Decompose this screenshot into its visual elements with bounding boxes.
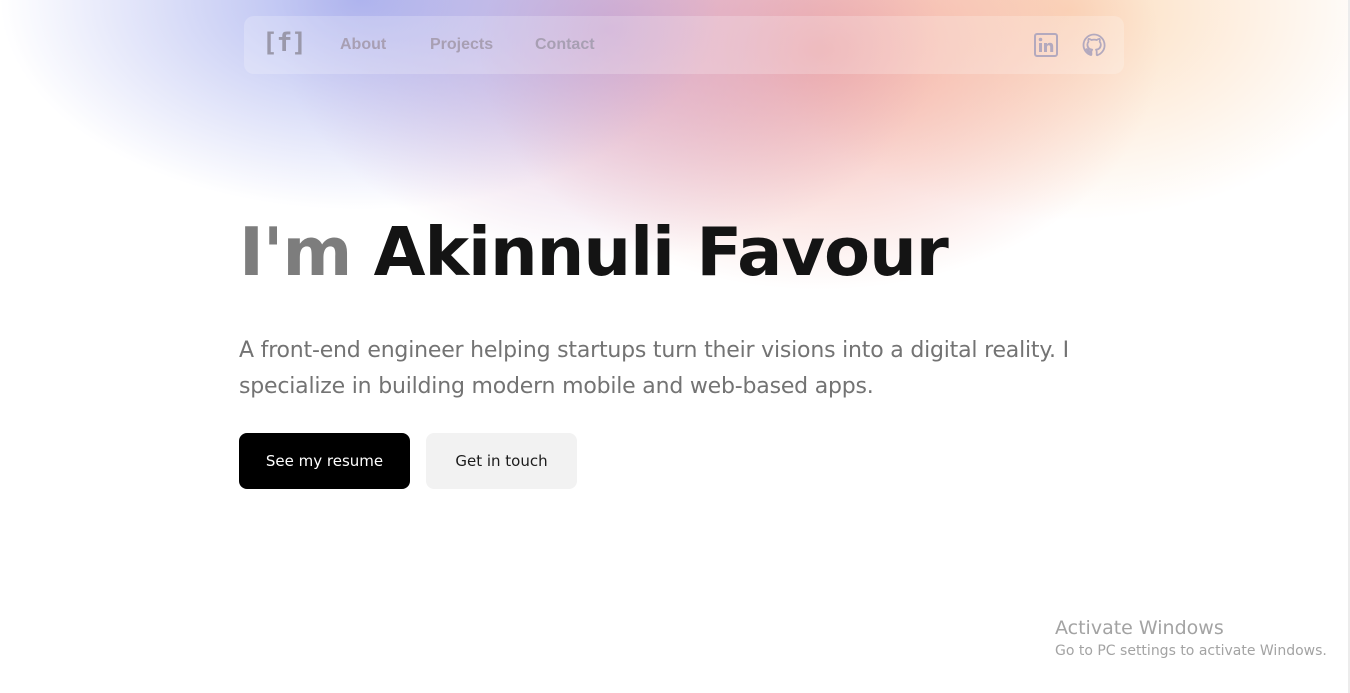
nav-link-projects[interactable]: Projects xyxy=(430,36,493,54)
see-resume-button[interactable]: See my resume xyxy=(239,433,410,489)
top-navbar: [f] About Projects Contact xyxy=(244,16,1124,74)
nav-link-about[interactable]: About xyxy=(340,36,386,54)
get-in-touch-button[interactable]: Get in touch xyxy=(426,433,577,489)
github-icon[interactable] xyxy=(1082,33,1106,57)
activate-windows-title: Activate Windows xyxy=(1055,617,1224,639)
activate-windows-watermark: Activate Windows Go to PC settings to ac… xyxy=(1055,617,1327,661)
linkedin-icon[interactable] xyxy=(1034,33,1058,57)
hero-description: A front-end engineer helping startups tu… xyxy=(239,338,1069,399)
nav-link-contact[interactable]: Contact xyxy=(535,36,595,54)
hero-title-name: Akinnuli Favour xyxy=(373,213,949,291)
hero-title: I'm Akinnuli Favour xyxy=(239,212,949,292)
activate-windows-subtitle: Go to PC settings to activate Windows. xyxy=(1055,643,1327,659)
site-logo[interactable]: [f] xyxy=(262,28,307,58)
hero-title-prefix: I'm xyxy=(239,213,374,291)
